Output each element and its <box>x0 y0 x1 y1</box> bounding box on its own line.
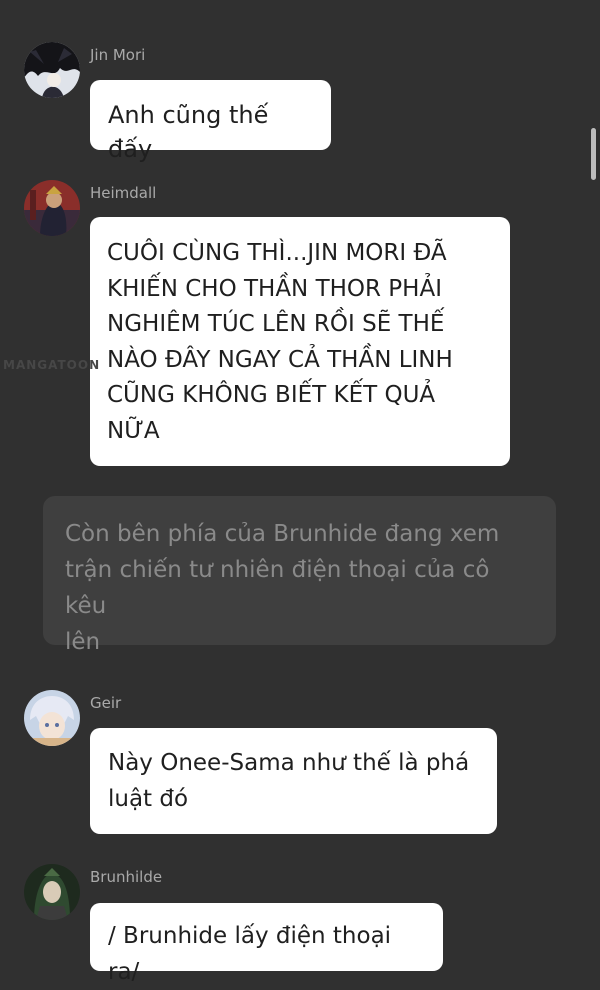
avatar-heimdall-icon <box>24 180 80 236</box>
message-bubble[interactable]: / Brunhide lấy điện thoại ra/ <box>90 903 443 985</box>
avatar-heimdall[interactable] <box>24 180 80 236</box>
avatar-brunhilde[interactable] <box>24 864 80 920</box>
message-text: CUÔI CÙNG THÌ...JIN MORI ĐÃ KHIẾN CHO TH… <box>107 240 453 444</box>
message-text: Anh cũng thế đấy <box>108 101 269 163</box>
username-heimdall: Heimdall <box>90 184 157 202</box>
username-jin-mori: Jin Mori <box>90 46 146 64</box>
avatar-jin-mori[interactable] <box>24 42 80 98</box>
message-bubble[interactable]: CUÔI CÙNG THÌ...JIN MORI ĐÃ KHIẾN CHO TH… <box>90 217 510 466</box>
message-bubble[interactable]: Này Onee-Sama như thế là phá luật đó <box>90 728 497 834</box>
avatar-geir-icon <box>24 690 80 746</box>
avatar-geir[interactable] <box>24 690 80 746</box>
avatar-jin-mori-icon <box>24 42 80 98</box>
message-text: / Brunhide lấy điện thoại ra/ <box>108 923 392 985</box>
scrollbar-thumb[interactable] <box>591 128 596 180</box>
watermark-logo: MANGATOON <box>3 358 101 372</box>
narration-block: Còn bên phía của Brunhide đang xem trận … <box>43 496 556 655</box>
message-bubble[interactable]: Anh cũng thế đấy <box>90 80 331 163</box>
username-geir: Geir <box>90 694 122 712</box>
username-brunhilde: Brunhilde <box>90 868 163 886</box>
message-text: Này Onee-Sama như thế là phá luật đó <box>108 750 470 812</box>
avatar-brunhilde-icon <box>24 864 80 920</box>
